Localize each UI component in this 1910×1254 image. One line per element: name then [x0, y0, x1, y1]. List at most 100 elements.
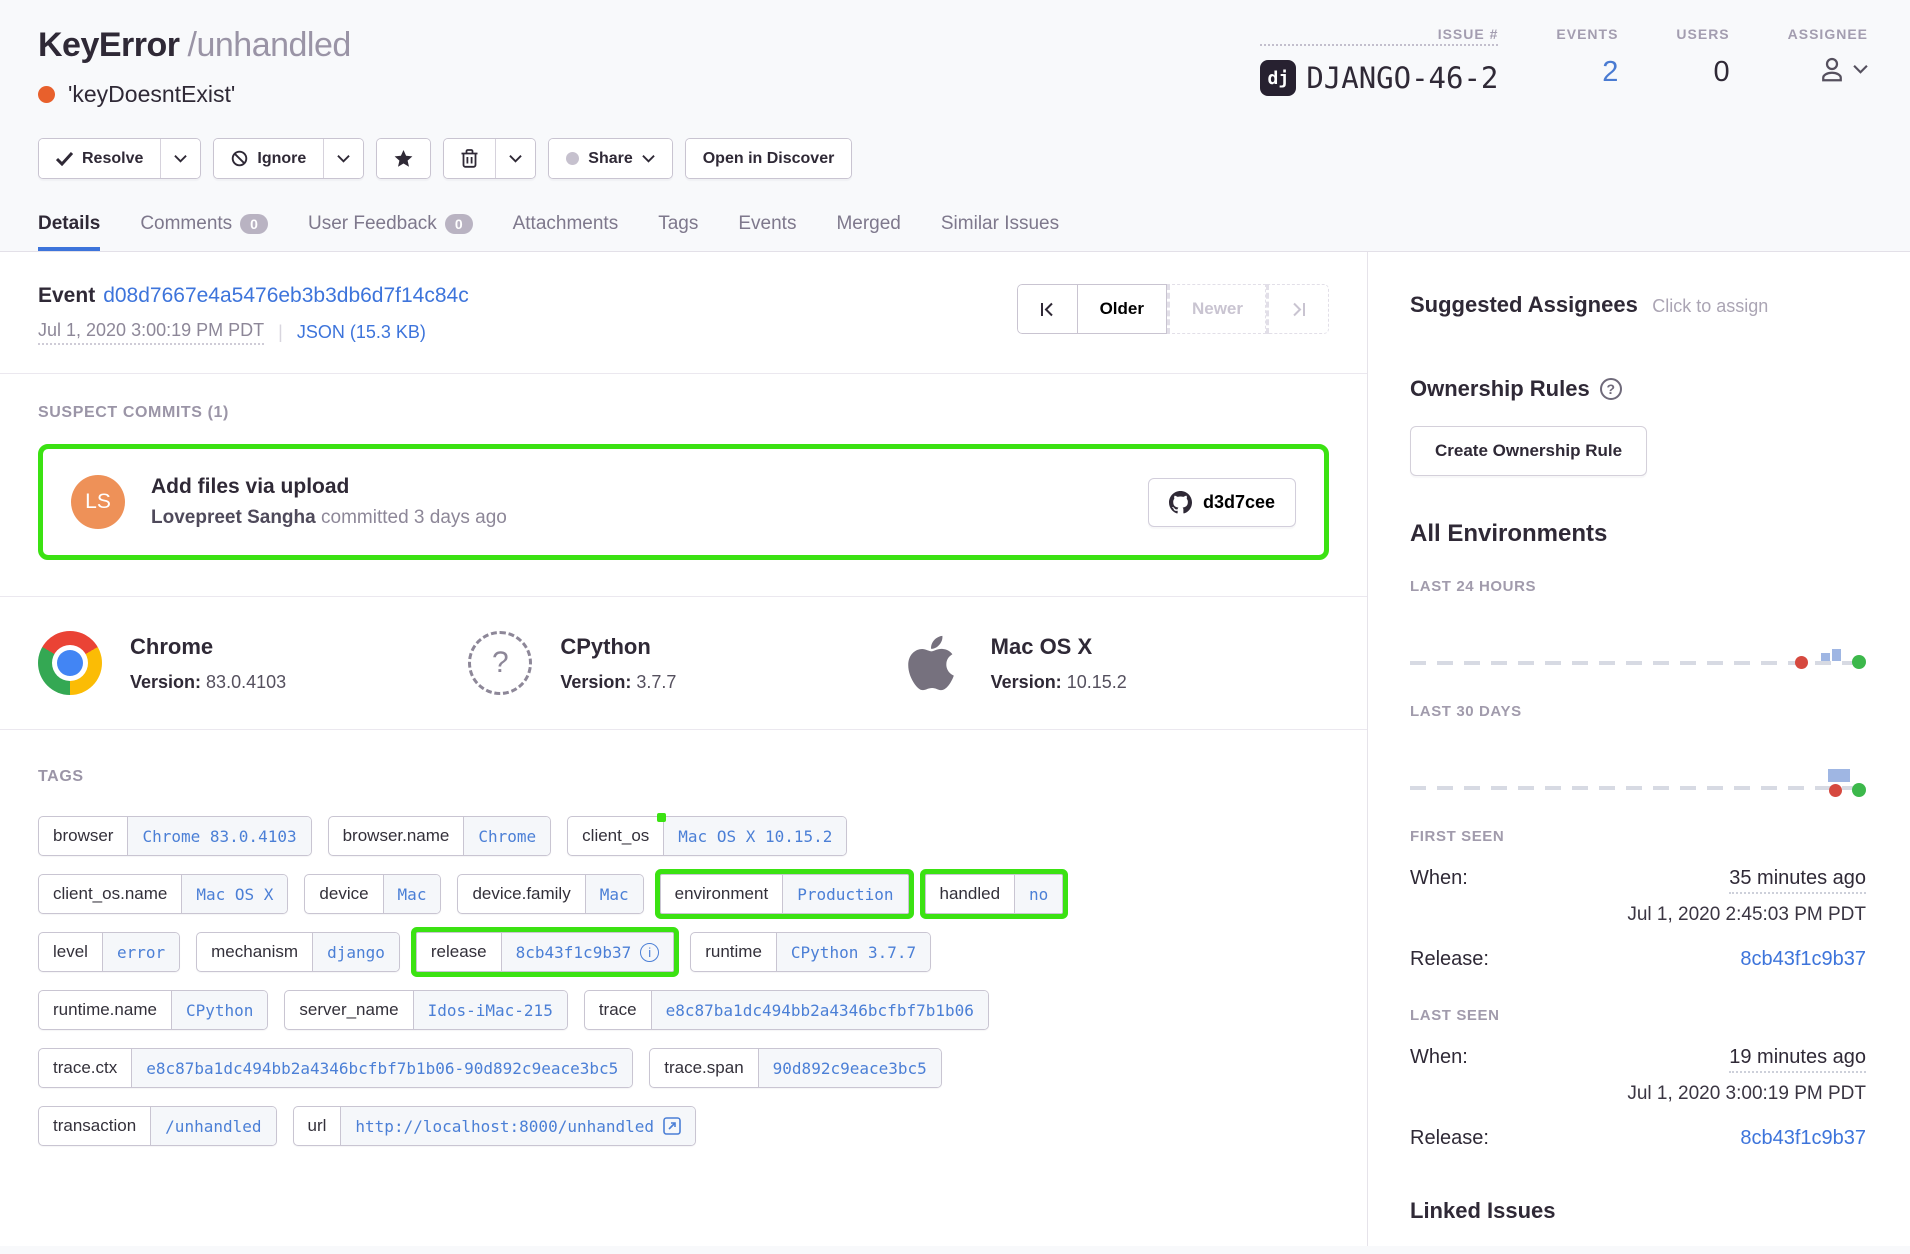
- tag-pill-client-os: client_osMac OS X 10.15.2: [567, 816, 847, 856]
- stat-events: EVENTS 2: [1556, 26, 1618, 96]
- event-date: Jul 1, 2020 3:00:19 PM PDT: [38, 320, 264, 345]
- tag-pill-transaction: transaction/unhandled: [38, 1106, 277, 1146]
- assignee-dropdown[interactable]: [1788, 54, 1868, 84]
- last-30-days-label: LAST 30 DAYS: [1410, 703, 1866, 720]
- feedback-count-badge: 0: [445, 214, 473, 234]
- tag-pill-runtime: runtimeCPython 3.7.7: [690, 932, 931, 972]
- last-seen-absolute: Jul 1, 2020 3:00:19 PM PDT: [1410, 1083, 1866, 1105]
- delete-button[interactable]: [444, 139, 495, 178]
- tag-value-link[interactable]: Idos-iMac-215: [413, 991, 567, 1029]
- event-id-link[interactable]: d08d7667e4a5476eb3b3db6d7f14c84c: [103, 284, 469, 307]
- tag-value-link[interactable]: Chrome: [463, 817, 550, 855]
- ignore-dropdown-button[interactable]: [323, 139, 363, 178]
- action-bar: Resolve Ignore: [38, 138, 1872, 179]
- tag-value-link[interactable]: Mac: [383, 875, 441, 913]
- tag-pill-device: deviceMac: [304, 874, 441, 914]
- ignore-button[interactable]: Ignore: [214, 139, 323, 178]
- external-link-icon[interactable]: [663, 1117, 681, 1135]
- page-title: KeyError/unhandled: [38, 26, 351, 65]
- star-icon: [394, 150, 413, 168]
- release-label: Release:: [1410, 1127, 1489, 1150]
- oldest-event-button[interactable]: [1017, 284, 1078, 334]
- json-download-link[interactable]: JSON (15.3 KB): [297, 322, 426, 343]
- commit-sha-button[interactable]: d3d7cee: [1148, 478, 1296, 527]
- tab-details[interactable]: Details: [38, 213, 100, 251]
- chevron-down-icon: [642, 154, 655, 163]
- tag-value-link[interactable]: 8cb43f1c9b37: [516, 943, 632, 962]
- tag-value-link[interactable]: e8c87ba1dc494bb2a4346bcfbf7b1b06-90d892c…: [131, 1049, 632, 1087]
- help-icon[interactable]: ?: [1600, 378, 1622, 400]
- share-button[interactable]: Share: [549, 139, 671, 178]
- context-os: Mac OS X Version: 10.15.2: [899, 631, 1329, 695]
- stat-users: USERS 0: [1676, 26, 1729, 96]
- event-pagination: Older Newer: [1017, 284, 1329, 334]
- last-30-days-sparkline[interactable]: [1410, 720, 1866, 798]
- tag-pill-level: levelerror: [38, 932, 180, 972]
- tag-value-link[interactable]: http://localhost:8000/unhandled: [355, 1117, 654, 1136]
- create-ownership-rule-button[interactable]: Create Ownership Rule: [1410, 426, 1647, 476]
- tag-pill-browser: browserChrome 83.0.4103: [38, 816, 312, 856]
- issue-title: KeyError: [38, 26, 180, 64]
- event-details-panel: Event d08d7667e4a5476eb3b3db6d7f14c84c Ju…: [0, 252, 1368, 1246]
- users-count[interactable]: 0: [1676, 56, 1729, 89]
- commit-time: committed 3 days ago: [321, 507, 507, 528]
- tag-pill-client-os-name: client_os.nameMac OS X: [38, 874, 288, 914]
- all-environments-title: All Environments: [1410, 520, 1866, 548]
- tag-value-link[interactable]: 90d892c9eace3bc5: [758, 1049, 941, 1087]
- tab-attachments[interactable]: Attachments: [513, 213, 619, 251]
- tag-value-link[interactable]: CPython: [171, 991, 267, 1029]
- skip-to-latest-button[interactable]: [1266, 284, 1329, 334]
- tags-heading: TAGS: [38, 768, 1329, 786]
- unknown-runtime-icon: ?: [468, 631, 532, 695]
- bookmark-star-button[interactable]: [377, 139, 430, 178]
- chevron-down-icon: [509, 154, 522, 163]
- tab-user-feedback[interactable]: User Feedback0: [308, 213, 473, 251]
- events-label: EVENTS: [1556, 26, 1618, 42]
- delete-dropdown-button[interactable]: [495, 139, 535, 178]
- events-count[interactable]: 2: [1556, 56, 1618, 89]
- tag-value-link[interactable]: e8c87ba1dc494bb2a4346bcfbf7b1b06: [651, 991, 988, 1029]
- tab-similar-issues[interactable]: Similar Issues: [941, 213, 1059, 251]
- tag-value-link[interactable]: Mac OS X 10.15.2: [663, 817, 846, 855]
- issue-short-id[interactable]: DJANGO-46-2: [1306, 61, 1498, 95]
- latest-marker-green: [1852, 783, 1866, 797]
- resolve-dropdown-button[interactable]: [160, 139, 200, 178]
- tab-merged[interactable]: Merged: [836, 213, 900, 251]
- last-24-hours-sparkline[interactable]: [1410, 595, 1866, 673]
- tag-value-link[interactable]: Chrome 83.0.4103: [127, 817, 310, 855]
- resolve-button[interactable]: Resolve: [39, 139, 160, 178]
- tag-value-link[interactable]: no: [1014, 875, 1062, 913]
- commit-author-avatar: LS: [71, 475, 125, 529]
- tag-value-link[interactable]: Mac: [585, 875, 643, 913]
- when-label: When:: [1410, 867, 1468, 890]
- info-icon[interactable]: i: [640, 943, 659, 962]
- last-24-hours-label: LAST 24 HOURS: [1410, 578, 1866, 595]
- latest-marker-green: [1852, 655, 1866, 669]
- tab-events[interactable]: Events: [738, 213, 796, 251]
- share-status-dot: [566, 152, 579, 165]
- tag-value-link[interactable]: error: [102, 933, 179, 971]
- tag-value-link[interactable]: /unhandled: [150, 1107, 275, 1145]
- tag-value-link[interactable]: django: [312, 933, 399, 971]
- last-seen-release-link[interactable]: 8cb43f1c9b37: [1740, 1127, 1866, 1150]
- suspect-commits-heading: SUSPECT COMMITS (1): [38, 404, 1329, 422]
- newer-event-button[interactable]: Newer: [1167, 284, 1266, 334]
- event-bar: [1832, 649, 1841, 661]
- tab-comments[interactable]: Comments0: [140, 213, 268, 251]
- issue-stats: ISSUE # dj DJANGO-46-2 EVENTS 2 USERS 0 …: [1260, 26, 1872, 96]
- suspect-commit-card: LS Add files via upload Lovepreet Sangha…: [38, 444, 1329, 560]
- older-event-button[interactable]: Older: [1078, 284, 1167, 334]
- tag-value-link[interactable]: Production: [782, 875, 907, 913]
- open-in-discover-button[interactable]: Open in Discover: [686, 139, 852, 178]
- issue-title-block: KeyError/unhandled 'keyDoesntExist': [38, 26, 351, 108]
- first-seen-release-link[interactable]: 8cb43f1c9b37: [1740, 948, 1866, 971]
- tag-value-link[interactable]: CPython 3.7.7: [776, 933, 930, 971]
- event-label: Event: [38, 284, 95, 307]
- first-seen-relative: 35 minutes ago: [1729, 867, 1866, 894]
- new-tag-dot: [657, 813, 666, 822]
- tags-section: TAGS browserChrome 83.0.4103 browser.nam…: [0, 730, 1367, 1194]
- django-project-icon: dj: [1260, 60, 1296, 96]
- release-marker-red: [1795, 656, 1808, 669]
- tag-value-link[interactable]: Mac OS X: [181, 875, 287, 913]
- tab-tags[interactable]: Tags: [658, 213, 698, 251]
